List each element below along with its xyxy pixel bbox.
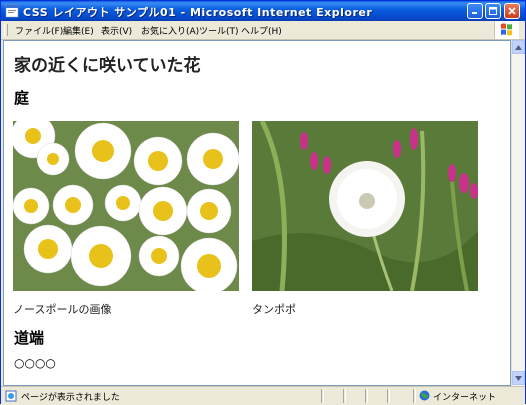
menu-tools[interactable]: ツール(T) — [199, 24, 239, 37]
vertical-scrollbar[interactable] — [511, 40, 525, 386]
ie-window: CSS レイアウト サンプル01 - Microsoft Internet Ex… — [0, 0, 526, 405]
maximize-button[interactable] — [485, 3, 501, 19]
windows-logo-icon — [494, 21, 519, 39]
status-divider — [413, 389, 416, 403]
scroll-down-button[interactable] — [512, 371, 525, 385]
status-text: ページが表示されました — [21, 393, 120, 403]
chevron-down-icon — [515, 375, 522, 381]
internet-globe-icon — [419, 390, 430, 401]
menu-help[interactable]: ヘルプ(H) — [241, 24, 282, 37]
ie-icon — [5, 4, 19, 18]
section-heading-garden: 庭 — [14, 89, 30, 107]
close-icon — [508, 7, 516, 15]
scroll-up-button[interactable] — [512, 40, 525, 54]
page-content: 家の近くに咲いていた花 庭 ノースポールの画像 タンポポ 道端 ○○○○ — [3, 40, 511, 386]
title-bar[interactable]: CSS レイアウト サンプル01 - Microsoft Internet Ex… — [1, 1, 525, 21]
daisy-photo-caption: ノースポールの画像 — [13, 303, 112, 316]
menu-bar: ファイル(F) 編集(E) 表示(V) お気に入り(A) ツール(T) ヘルプ(… — [1, 21, 525, 40]
menu-file[interactable]: ファイル(F) — [15, 24, 63, 37]
dandelion-photo-caption: タンポポ — [252, 303, 296, 316]
minimize-icon — [472, 12, 477, 14]
page-icon — [5, 390, 17, 402]
security-zone-label: インターネット — [433, 393, 497, 403]
status-divider — [365, 389, 368, 403]
placeholder-circles: ○○○○ — [14, 356, 56, 370]
section-heading-roadside: 道端 — [14, 329, 45, 347]
menu-grip — [4, 24, 8, 36]
window-title: CSS レイアウト サンプル01 - Microsoft Internet Ex… — [23, 6, 373, 19]
chevron-up-icon — [515, 44, 522, 50]
close-button[interactable] — [504, 3, 520, 19]
status-bar: ページが表示されました インターネット — [1, 386, 525, 405]
menu-edit[interactable]: 編集(E) — [63, 24, 94, 37]
menu-favorites[interactable]: お気に入り(A) — [141, 24, 199, 37]
menu-view[interactable]: 表示(V) — [101, 24, 132, 37]
daisy-flowers-photo — [13, 121, 239, 291]
status-divider — [387, 389, 390, 403]
dandelion-photo — [252, 121, 478, 291]
minimize-button[interactable] — [467, 3, 483, 19]
status-divider — [343, 389, 346, 403]
maximize-icon — [489, 7, 497, 15]
page-title: 家の近くに咲いていた花 — [14, 56, 201, 76]
status-divider — [321, 389, 324, 403]
